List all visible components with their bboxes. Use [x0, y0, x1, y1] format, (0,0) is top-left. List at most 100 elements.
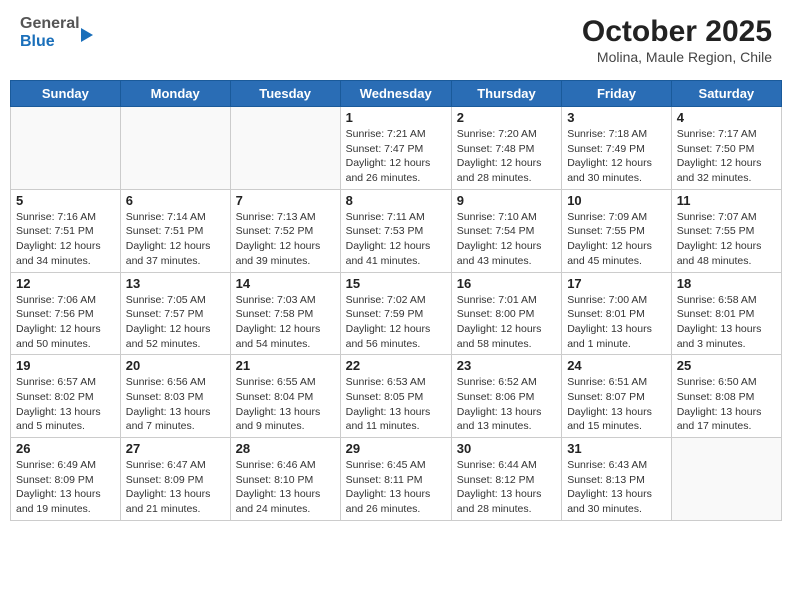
calendar-day-cell: 2Sunrise: 7:20 AMSunset: 7:48 PMDaylight… [451, 107, 561, 190]
logo-general: General [20, 15, 80, 33]
calendar-day-cell: 6 Sunrise: 7:14 AMSunset: 7:51 PMDaylight… [120, 189, 230, 272]
calendar-day-cell: 20 Sunrise: 6:56 AMSunset: 8:03 PMDayligh… [120, 355, 230, 438]
calendar-day-cell: 25 Sunrise: 6:50 AMSunset: 8:08 PMDayligh… [671, 355, 781, 438]
day-info: Sunrise: 6:44 AMSunset: 8:12 PMDaylight:… [457, 458, 556, 517]
calendar-day-cell: 3 Sunrise: 7:18 AMSunset: 7:49 PMDaylight… [562, 107, 672, 190]
calendar-header-row: SundayMondayTuesdayWednesdayThursdayFrid… [11, 81, 782, 107]
day-number: 19 [16, 358, 115, 373]
day-number: 20 [126, 358, 225, 373]
calendar-day-cell: 17Sunrise: 7:00 AMSunset: 8:01 PMDayligh… [562, 272, 672, 355]
day-info: Sunrise: 7:16 AMSunset: 7:51 PMDaylight:… [16, 210, 115, 269]
calendar-day-cell: 7 Sunrise: 7:13 AMSunset: 7:52 PMDaylight… [230, 189, 340, 272]
day-of-week-header: Wednesday [340, 81, 451, 107]
location-subtitle: Molina, Maule Region, Chile [582, 49, 772, 65]
calendar-week-row: 1 Sunrise: 7:21 AMSunset: 7:47 PMDaylight… [11, 107, 782, 190]
day-info: Sunrise: 7:14 AMSunset: 7:51 PMDaylight:… [126, 210, 225, 269]
calendar-week-row: 19 Sunrise: 6:57 AMSunset: 8:02 PMDayligh… [11, 355, 782, 438]
day-of-week-header: Tuesday [230, 81, 340, 107]
day-number: 1 [346, 110, 446, 125]
calendar-day-cell: 29 Sunrise: 6:45 AMSunset: 8:11 PMDayligh… [340, 438, 451, 521]
logo-arrow-icon [81, 28, 93, 42]
day-number: 28 [236, 441, 335, 456]
calendar-day-cell: 11 Sunrise: 7:07 AMSunset: 7:55 PMDayligh… [671, 189, 781, 272]
day-info: Sunrise: 6:58 AMSunset: 8:01 PMDaylight:… [677, 293, 776, 352]
day-info: Sunrise: 6:47 AMSunset: 8:09 PMDaylight:… [126, 458, 225, 517]
day-info: Sunrise: 6:53 AMSunset: 8:05 PMDaylight:… [346, 375, 446, 434]
calendar-day-cell: 22 Sunrise: 6:53 AMSunset: 8:05 PMDayligh… [340, 355, 451, 438]
day-info: Sunrise: 7:18 AMSunset: 7:49 PMDaylight:… [567, 127, 666, 186]
day-of-week-header: Sunday [11, 81, 121, 107]
logo-blue: Blue [20, 33, 80, 51]
calendar-day-cell: 21Sunrise: 6:55 AMSunset: 8:04 PMDayligh… [230, 355, 340, 438]
day-number: 29 [346, 441, 446, 456]
day-number: 10 [567, 193, 666, 208]
day-number: 12 [16, 276, 115, 291]
day-number: 6 [126, 193, 225, 208]
day-number: 7 [236, 193, 335, 208]
day-number: 31 [567, 441, 666, 456]
month-title: October 2025 [582, 15, 772, 49]
day-number: 9 [457, 193, 556, 208]
day-number: 17 [567, 276, 666, 291]
day-info: Sunrise: 7:21 AMSunset: 7:47 PMDaylight:… [346, 127, 446, 186]
calendar-day-cell: 24Sunrise: 6:51 AMSunset: 8:07 PMDayligh… [562, 355, 672, 438]
day-info: Sunrise: 6:57 AMSunset: 8:02 PMDaylight:… [16, 375, 115, 434]
calendar-day-cell: 31 Sunrise: 6:43 AMSunset: 8:13 PMDayligh… [562, 438, 672, 521]
calendar-day-cell: 1 Sunrise: 7:21 AMSunset: 7:47 PMDaylight… [340, 107, 451, 190]
title-area: October 2025 Molina, Maule Region, Chile [582, 15, 772, 65]
day-number: 4 [677, 110, 776, 125]
calendar-day-cell [11, 107, 121, 190]
calendar-day-cell: 10 Sunrise: 7:09 AMSunset: 7:55 PMDayligh… [562, 189, 672, 272]
day-info: Sunrise: 6:49 AMSunset: 8:09 PMDaylight:… [16, 458, 115, 517]
calendar-table: SundayMondayTuesdayWednesdayThursdayFrid… [10, 80, 782, 521]
day-number: 11 [677, 193, 776, 208]
day-info: Sunrise: 6:52 AMSunset: 8:06 PMDaylight:… [457, 375, 556, 434]
day-info: Sunrise: 7:20 AMSunset: 7:48 PMDaylight:… [457, 127, 556, 186]
day-info: Sunrise: 7:06 AMSunset: 7:56 PMDaylight:… [16, 293, 115, 352]
calendar-day-cell: 15 Sunrise: 7:02 AMSunset: 7:59 PMDayligh… [340, 272, 451, 355]
day-of-week-header: Saturday [671, 81, 781, 107]
day-info: Sunrise: 6:50 AMSunset: 8:08 PMDaylight:… [677, 375, 776, 434]
calendar-body: 1 Sunrise: 7:21 AMSunset: 7:47 PMDaylight… [11, 107, 782, 521]
calendar-day-cell: 19 Sunrise: 6:57 AMSunset: 8:02 PMDayligh… [11, 355, 121, 438]
day-of-week-header: Friday [562, 81, 672, 107]
calendar-day-cell [671, 438, 781, 521]
calendar-day-cell [230, 107, 340, 190]
calendar-week-row: 5Sunrise: 7:16 AMSunset: 7:51 PMDaylight… [11, 189, 782, 272]
day-number: 25 [677, 358, 776, 373]
calendar-week-row: 12 Sunrise: 7:06 AMSunset: 7:56 PMDayligh… [11, 272, 782, 355]
day-number: 15 [346, 276, 446, 291]
day-number: 3 [567, 110, 666, 125]
day-number: 24 [567, 358, 666, 373]
day-number: 22 [346, 358, 446, 373]
day-info: Sunrise: 6:45 AMSunset: 8:11 PMDaylight:… [346, 458, 446, 517]
calendar-day-cell: 18 Sunrise: 6:58 AMSunset: 8:01 PMDayligh… [671, 272, 781, 355]
day-info: Sunrise: 7:07 AMSunset: 7:55 PMDaylight:… [677, 210, 776, 269]
calendar-day-cell: 30 Sunrise: 6:44 AMSunset: 8:12 PMDayligh… [451, 438, 561, 521]
day-info: Sunrise: 7:10 AMSunset: 7:54 PMDaylight:… [457, 210, 556, 269]
calendar-day-cell: 8Sunrise: 7:11 AMSunset: 7:53 PMDaylight… [340, 189, 451, 272]
calendar-day-cell: 14Sunrise: 7:03 AMSunset: 7:58 PMDayligh… [230, 272, 340, 355]
day-number: 8 [346, 193, 446, 208]
calendar-day-cell: 16Sunrise: 7:01 AMSunset: 8:00 PMDayligh… [451, 272, 561, 355]
calendar-day-cell: 13 Sunrise: 7:05 AMSunset: 7:57 PMDayligh… [120, 272, 230, 355]
day-info: Sunrise: 6:56 AMSunset: 8:03 PMDaylight:… [126, 375, 225, 434]
calendar-day-cell: 5Sunrise: 7:16 AMSunset: 7:51 PMDaylight… [11, 189, 121, 272]
calendar-day-cell: 4Sunrise: 7:17 AMSunset: 7:50 PMDaylight… [671, 107, 781, 190]
day-info: Sunrise: 7:02 AMSunset: 7:59 PMDaylight:… [346, 293, 446, 352]
day-info: Sunrise: 7:09 AMSunset: 7:55 PMDaylight:… [567, 210, 666, 269]
day-info: Sunrise: 7:13 AMSunset: 7:52 PMDaylight:… [236, 210, 335, 269]
calendar-day-cell: 9 Sunrise: 7:10 AMSunset: 7:54 PMDaylight… [451, 189, 561, 272]
day-of-week-header: Monday [120, 81, 230, 107]
day-number: 30 [457, 441, 556, 456]
day-of-week-header: Thursday [451, 81, 561, 107]
day-number: 13 [126, 276, 225, 291]
day-number: 23 [457, 358, 556, 373]
day-number: 27 [126, 441, 225, 456]
day-number: 18 [677, 276, 776, 291]
day-number: 16 [457, 276, 556, 291]
day-info: Sunrise: 6:43 AMSunset: 8:13 PMDaylight:… [567, 458, 666, 517]
day-number: 21 [236, 358, 335, 373]
day-info: Sunrise: 7:03 AMSunset: 7:58 PMDaylight:… [236, 293, 335, 352]
day-info: Sunrise: 7:05 AMSunset: 7:57 PMDaylight:… [126, 293, 225, 352]
